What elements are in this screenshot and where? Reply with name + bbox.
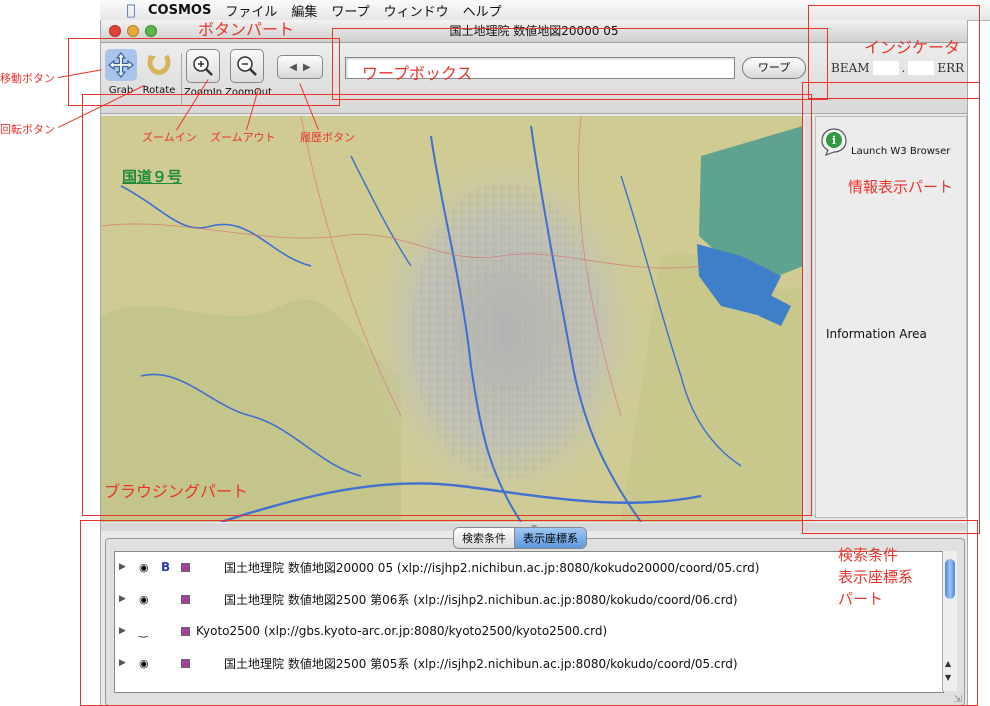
annotation-search-part-2: 表示座標系: [838, 568, 914, 586]
annotation-info-part: 情報表示パート: [848, 178, 954, 196]
menu-edit[interactable]: 編集: [291, 1, 317, 20]
apple-menu-icon[interactable]: : [120, 1, 142, 19]
menu-window[interactable]: ウィンドウ: [384, 1, 449, 20]
annotation-browsing-part: ブラウジングパート: [104, 482, 249, 501]
annotation-history-button: 履歴ボタン: [300, 131, 355, 144]
annotation-box-info: [802, 82, 980, 534]
zoom-window-icon[interactable]: [145, 25, 157, 37]
menu-warp[interactable]: ワープ: [331, 1, 369, 20]
annotation-search-part-3: パート: [838, 590, 884, 608]
annotation-box-browsing: [82, 94, 812, 516]
annotation-warp-box: ワープボックス: [362, 64, 473, 83]
close-window-icon[interactable]: [109, 25, 121, 37]
annotation-zoom-out: ズームアウト: [210, 131, 276, 144]
annotation-search-part-1: 検索条件: [838, 546, 899, 564]
annotation-button-part: ボタンパート: [198, 20, 295, 39]
annotation-rotate-button: 回転ボタン: [0, 123, 55, 136]
annotation-zoom-in: ズームイン: [142, 131, 197, 144]
menu-help[interactable]: ヘルプ: [463, 1, 502, 20]
minimize-window-icon[interactable]: [127, 25, 139, 37]
annotation-indicator: インジケータ: [864, 38, 961, 57]
annotation-move-button: 移動ボタン: [0, 72, 55, 85]
